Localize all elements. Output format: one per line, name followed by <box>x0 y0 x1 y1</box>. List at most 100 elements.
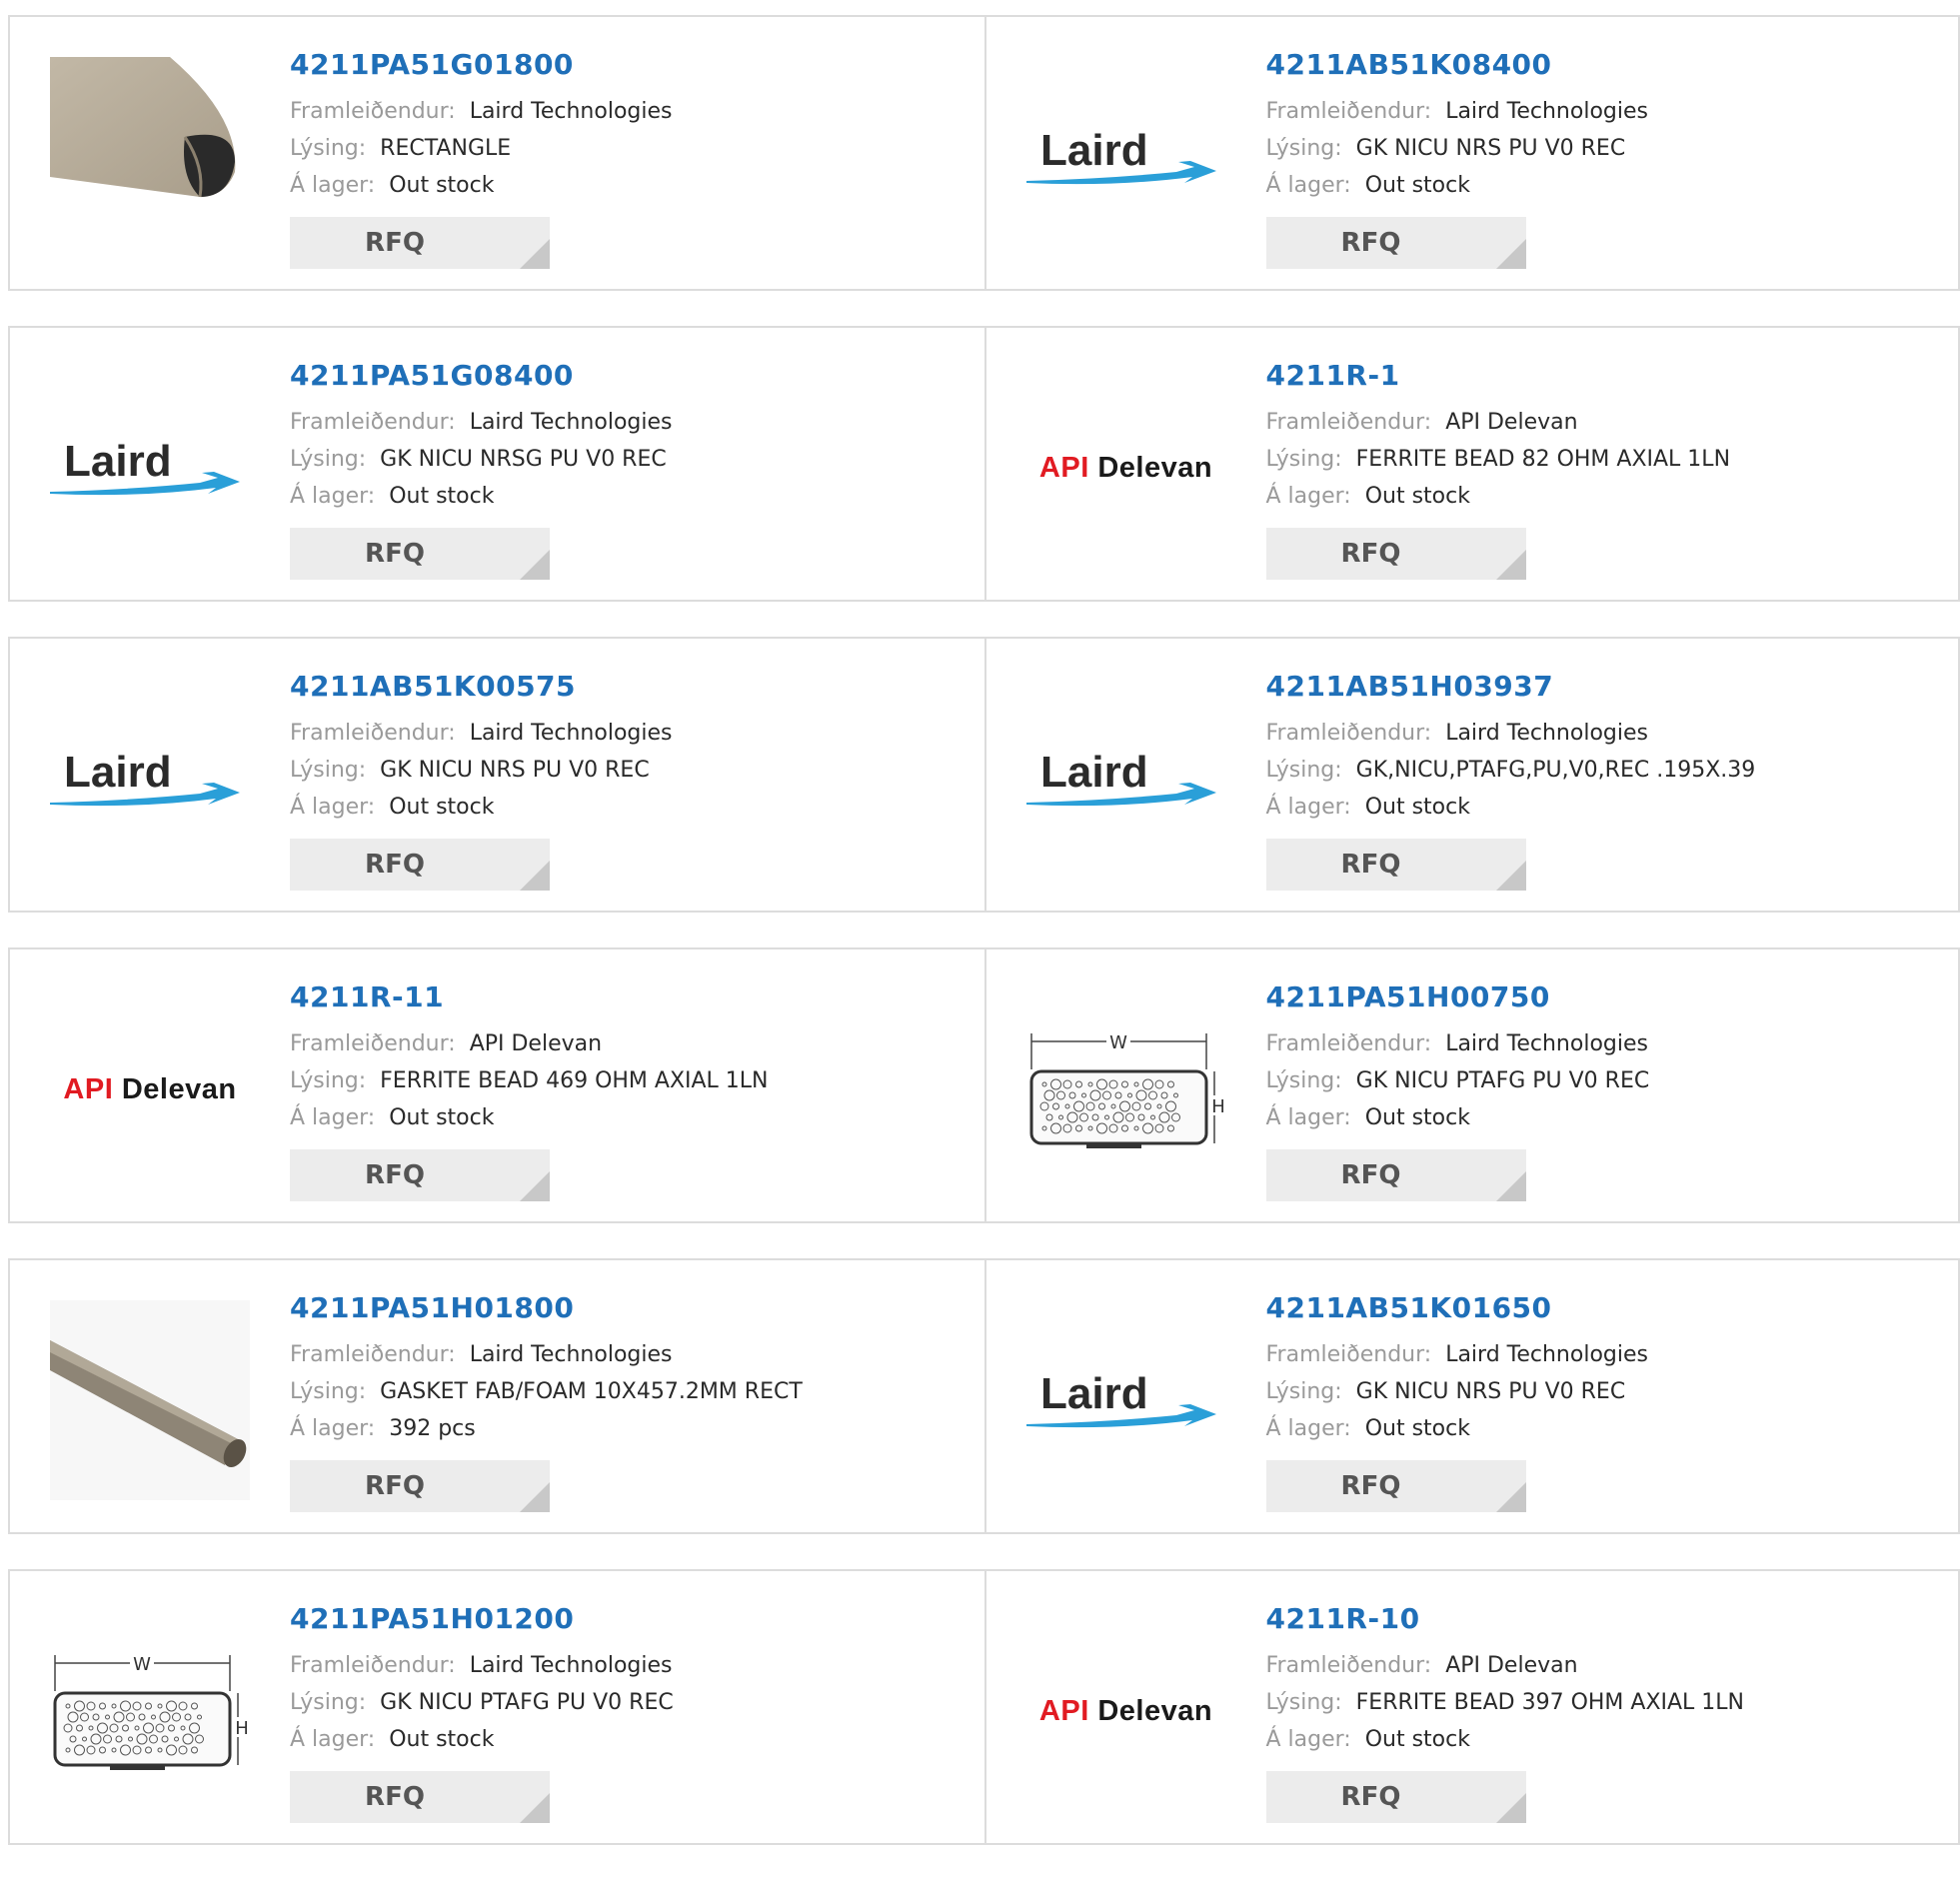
laird-logo: Laird <box>50 748 240 807</box>
laird-logo: Laird <box>1025 748 1216 807</box>
manufacturer-label: Framleiðendur: <box>290 99 456 124</box>
manufacturer-label: Framleiðendur: <box>1265 721 1432 746</box>
description-field: Lýsing: GK,NICU,PTAFG,PU,V0,REC .195X.39 <box>1266 752 1949 789</box>
product-info: 4211PA51H01800 Framleiðendur: Laird Techn… <box>290 1288 975 1447</box>
product-card: API Delevan 4211R-10 Framleiðendur: API D… <box>983 1571 1959 1843</box>
api-delevan-logo: API Delevan <box>63 1072 237 1105</box>
api-delevan-logo: API Delevan <box>1038 1694 1213 1727</box>
part-number-link[interactable]: 4211PA51G01800 <box>290 45 975 93</box>
description-label: Lýsing: <box>290 136 367 161</box>
product-info: 4211R-11 Framleiðendur: API Delevan Lýsin… <box>290 977 975 1136</box>
product-image[interactable] <box>50 57 250 257</box>
manufacturer-label: Framleiðendur: <box>290 1342 456 1367</box>
rfq-button-label: RFQ <box>365 1160 425 1190</box>
stock-label: Á lager: <box>1265 173 1351 198</box>
product-image[interactable]: Laird <box>50 679 250 879</box>
manufacturer-value: Laird Technologies <box>1445 99 1648 124</box>
manufacturer-value: Laird Technologies <box>1445 1031 1648 1056</box>
product-image[interactable]: API Delevan <box>50 989 250 1189</box>
part-number-link[interactable]: 4211PA51H01200 <box>290 1599 975 1647</box>
description-label: Lýsing: <box>290 1068 367 1093</box>
rfq-button[interactable]: RFQ <box>290 1771 550 1823</box>
product-info: 4211AB51H03937 Framleiðendur: Laird Techn… <box>1266 667 1949 826</box>
stock-label: Á lager: <box>290 1416 376 1441</box>
rfq-button[interactable]: RFQ <box>1265 1149 1526 1201</box>
product-image[interactable]: API Delevan <box>1026 1611 1226 1811</box>
description-value: RECTANGLE <box>380 136 512 161</box>
manufacturer-value: Laird Technologies <box>1445 721 1648 746</box>
stock-field: Á lager: Out stock <box>1266 789 1949 826</box>
product-image[interactable]: Laird <box>50 368 250 568</box>
rfq-button-label: RFQ <box>365 228 425 258</box>
svg-text:Laird: Laird <box>1040 1369 1148 1418</box>
rfq-button[interactable]: RFQ <box>290 1460 550 1512</box>
product-image[interactable]: Laird <box>1025 1300 1226 1500</box>
product-card: 4211PA51G01800 Framleiðendur: Laird Techn… <box>10 17 984 289</box>
part-number-link[interactable]: 4211AB51K08400 <box>1266 45 1949 93</box>
manufacturer-value: Laird Technologies <box>469 99 673 124</box>
stock-value: Out stock <box>389 795 495 820</box>
manufacturer-value: Laird Technologies <box>1445 1342 1648 1367</box>
manufacturer-label: Framleiðendur: <box>1265 99 1432 124</box>
rfq-button-label: RFQ <box>365 850 425 880</box>
product-info: 4211PA51G01800 Framleiðendur: Laird Techn… <box>290 45 975 204</box>
api-delevan-logo: API Delevan <box>1038 451 1213 484</box>
rfq-button[interactable]: RFQ <box>1265 839 1526 891</box>
product-row: Laird 4211AB51K00575 Framleiðendur: Laird… <box>8 637 1960 913</box>
part-number-link[interactable]: 4211PA51G08400 <box>290 356 975 404</box>
stock-value: Out stock <box>1364 1727 1470 1752</box>
rfq-button[interactable]: RFQ <box>1265 217 1526 269</box>
stock-value: 392 pcs <box>389 1416 476 1441</box>
rfq-button[interactable]: RFQ <box>290 1149 550 1201</box>
stock-field: Á lager: Out stock <box>1266 1410 1949 1447</box>
manufacturer-label: Framleiðendur: <box>290 1653 456 1678</box>
part-number-link[interactable]: 4211AB51K00575 <box>290 667 975 715</box>
svg-text:Laird: Laird <box>64 748 172 797</box>
product-row: Laird 4211PA51G08400 Framleiðendur: Laird… <box>8 326 1960 602</box>
laird-logo: Laird <box>1025 1369 1216 1428</box>
rfq-button[interactable]: RFQ <box>290 217 550 269</box>
manufacturer-field: Framleiðendur: Laird Technologies <box>1266 1025 1949 1062</box>
description-value: FERRITE BEAD 82 OHM AXIAL 1LN <box>1355 447 1731 472</box>
rfq-button[interactable]: RFQ <box>1265 528 1526 580</box>
manufacturer-field: Framleiðendur: Laird Technologies <box>290 715 975 752</box>
rfq-button[interactable]: RFQ <box>290 528 550 580</box>
product-info: 4211AB51K00575 Framleiðendur: Laird Techn… <box>290 667 975 826</box>
description-value: GK NICU NRS PU V0 REC <box>380 758 650 783</box>
manufacturer-field: Framleiðendur: API Delevan <box>290 1025 975 1062</box>
part-number-link[interactable]: 4211R-10 <box>1266 1599 1949 1647</box>
rfq-button-label: RFQ <box>1340 850 1401 880</box>
stock-field: Á lager: 392 pcs <box>290 1410 975 1447</box>
part-number-link[interactable]: 4211PA51H00750 <box>1266 977 1949 1025</box>
part-number-link[interactable]: 4211AB51K01650 <box>1266 1288 1949 1336</box>
part-number-link[interactable]: 4211R-11 <box>290 977 975 1025</box>
product-image[interactable]: API Delevan <box>1026 368 1226 568</box>
product-image[interactable]: Laird <box>1025 57 1226 257</box>
manufacturer-field: Framleiðendur: Laird Technologies <box>1266 715 1949 752</box>
corner-triangle-icon <box>1495 1171 1526 1201</box>
part-number-link[interactable]: 4211R-1 <box>1266 356 1949 404</box>
part-number-link[interactable]: 4211PA51H01800 <box>290 1288 975 1336</box>
rfq-button-label: RFQ <box>1340 1782 1401 1812</box>
rfq-button[interactable]: RFQ <box>1265 1460 1526 1512</box>
manufacturer-field: Framleiðendur: Laird Technologies <box>290 1336 975 1373</box>
rfq-button[interactable]: RFQ <box>1265 1771 1526 1823</box>
manufacturer-field: Framleiðendur: Laird Technologies <box>1266 93 1949 130</box>
description-field: Lýsing: GK NICU NRS PU V0 REC <box>290 752 975 789</box>
stock-field: Á lager: Out stock <box>1266 1099 1949 1136</box>
product-image[interactable]: Laird <box>1025 679 1226 879</box>
rfq-button-label: RFQ <box>1340 539 1401 569</box>
stock-label: Á lager: <box>1265 1727 1351 1752</box>
product-card: W H 4211PA51H01200 Framleiðendur: Laird T… <box>10 1571 984 1843</box>
description-label: Lýsing: <box>1265 136 1342 161</box>
product-image[interactable]: W H <box>1026 989 1226 1189</box>
product-card: W H 4211PA51H00750 Framleiðendur: Laird T… <box>983 949 1959 1221</box>
manufacturer-field: Framleiðendur: API Delevan <box>1266 1647 1949 1684</box>
product-image[interactable]: W H <box>50 1611 250 1811</box>
stock-field: Á lager: Out stock <box>1266 478 1949 515</box>
stock-field: Á lager: Out stock <box>290 167 975 204</box>
description-label: Lýsing: <box>290 1690 367 1715</box>
part-number-link[interactable]: 4211AB51H03937 <box>1266 667 1949 715</box>
product-image[interactable] <box>50 1300 250 1500</box>
rfq-button[interactable]: RFQ <box>290 839 550 891</box>
